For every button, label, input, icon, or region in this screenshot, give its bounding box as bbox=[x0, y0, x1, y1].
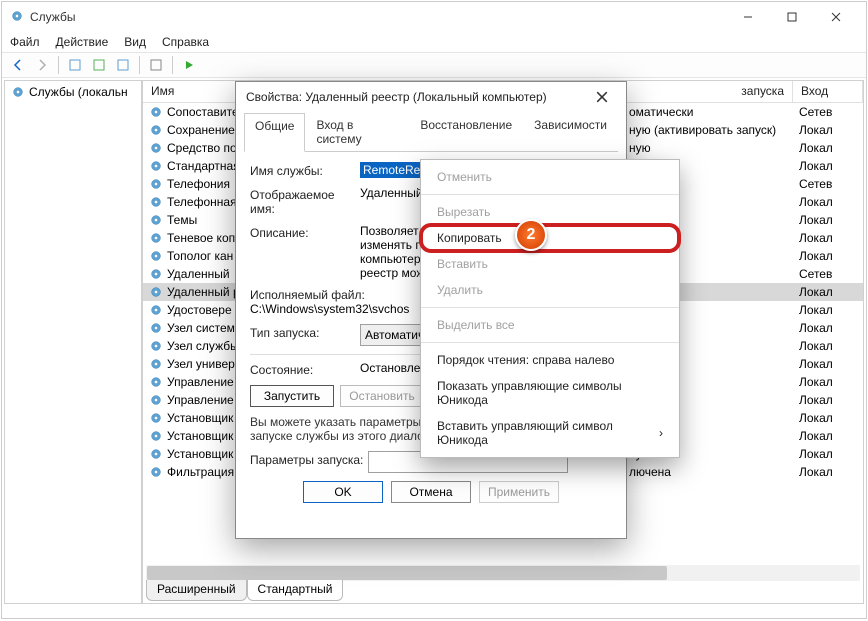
service-name: Сохранение bbox=[167, 123, 235, 137]
start-button[interactable]: Запустить bbox=[250, 385, 334, 407]
close-button[interactable] bbox=[814, 2, 858, 32]
ctx-show-ucc[interactable]: Показать управляющие символы Юникода bbox=[421, 373, 679, 413]
service-name: Средство по bbox=[167, 141, 237, 155]
maximize-button[interactable] bbox=[770, 2, 814, 32]
tab-general[interactable]: Общие bbox=[244, 113, 305, 152]
tool-icon[interactable] bbox=[89, 55, 109, 75]
service-name: Удаленный bbox=[167, 267, 230, 281]
tree-node-label: Службы (локальн bbox=[29, 85, 128, 99]
service-name: Сопоставите bbox=[167, 105, 239, 119]
window-title: Службы bbox=[30, 10, 75, 24]
tab-dependencies[interactable]: Зависимости bbox=[523, 112, 618, 151]
service-name: Установщик bbox=[167, 447, 233, 461]
minimize-button[interactable] bbox=[726, 2, 770, 32]
forward-icon[interactable] bbox=[32, 55, 52, 75]
label-service-name: Имя службы: bbox=[250, 162, 360, 178]
ctx-delete: Удалить bbox=[421, 277, 679, 303]
service-name: Телефонная bbox=[167, 195, 237, 209]
menubar: Файл Действие Вид Справка bbox=[2, 32, 866, 52]
titlebar: Службы bbox=[2, 2, 866, 32]
dialog-title: Свойства: Удаленный реестр (Локальный ко… bbox=[246, 90, 588, 104]
back-icon[interactable] bbox=[8, 55, 28, 75]
ctx-insert-ucc[interactable]: Вставить управляющий символ Юникода › bbox=[421, 413, 679, 453]
ctx-copy[interactable]: Копировать bbox=[421, 225, 679, 251]
ctx-rtl[interactable]: Порядок чтения: справа налево bbox=[421, 347, 679, 373]
tool-icon[interactable] bbox=[113, 55, 133, 75]
service-name: Управление bbox=[167, 375, 234, 389]
service-name: Телефония bbox=[167, 177, 230, 191]
service-name: Фильтрация bbox=[167, 465, 234, 479]
toolbar bbox=[2, 52, 866, 78]
ctx-cut: Вырезать bbox=[421, 199, 679, 225]
service-name: Узел системы bbox=[167, 321, 244, 335]
tab-logon[interactable]: Вход в систему bbox=[305, 112, 409, 151]
apply-button: Применить bbox=[479, 481, 559, 503]
service-name: Установщик bbox=[167, 411, 233, 425]
service-name: Установщик bbox=[167, 429, 233, 443]
service-name: Тополог кан bbox=[167, 249, 233, 263]
label-start-params: Параметры запуска: bbox=[250, 451, 368, 467]
service-name: Управление bbox=[167, 393, 234, 407]
horizontal-scrollbar[interactable] bbox=[146, 565, 860, 581]
tool-icon[interactable] bbox=[65, 55, 85, 75]
menu-action[interactable]: Действие bbox=[56, 35, 109, 49]
dialog-close-button[interactable] bbox=[588, 83, 616, 111]
tab-extended[interactable]: Расширенный bbox=[146, 580, 247, 601]
tab-recovery[interactable]: Восстановление bbox=[409, 112, 523, 151]
ctx-paste: Вставить bbox=[421, 251, 679, 277]
context-menu: Отменить Вырезать Копировать Вставить Уд… bbox=[420, 159, 680, 458]
tab-standard[interactable]: Стандартный bbox=[247, 580, 344, 601]
ctx-insert-ucc-label: Вставить управляющий символ Юникода bbox=[437, 419, 659, 447]
ctx-select-all: Выделить все bbox=[421, 312, 679, 338]
label-startup-type: Тип запуска: bbox=[250, 324, 360, 340]
service-name: Узел службы bbox=[167, 339, 239, 353]
menu-help[interactable]: Справка bbox=[162, 35, 209, 49]
service-name: Стандартная bbox=[167, 159, 240, 173]
tree-node-services[interactable]: Службы (локальн bbox=[11, 85, 135, 99]
menu-file[interactable]: Файл bbox=[10, 35, 40, 49]
ctx-undo: Отменить bbox=[421, 164, 679, 190]
ok-button[interactable]: OK bbox=[303, 481, 383, 503]
column-logon[interactable]: Вход bbox=[793, 81, 863, 102]
label-display-name: Отображаемое имя: bbox=[250, 186, 360, 216]
column-startup[interactable]: запуска bbox=[623, 81, 793, 102]
app-icon bbox=[10, 9, 24, 26]
label-description: Описание: bbox=[250, 224, 360, 240]
tree-panel: Службы (локальн bbox=[4, 80, 142, 604]
cancel-button[interactable]: Отмена bbox=[391, 481, 471, 503]
stop-button: Остановить bbox=[340, 385, 424, 407]
chevron-right-icon: › bbox=[659, 426, 663, 440]
callout-badge: 2 bbox=[515, 219, 547, 251]
service-name: Темы bbox=[167, 213, 197, 227]
tool-icon[interactable] bbox=[146, 55, 166, 75]
play-icon[interactable] bbox=[179, 55, 199, 75]
service-name: Теневое коп bbox=[167, 231, 235, 245]
label-state: Состояние: bbox=[250, 361, 360, 377]
menu-view[interactable]: Вид bbox=[124, 35, 146, 49]
service-name: Удаленный р bbox=[167, 285, 240, 299]
service-name: Удостовере bbox=[167, 303, 232, 317]
service-name: Узел универс bbox=[167, 357, 241, 371]
